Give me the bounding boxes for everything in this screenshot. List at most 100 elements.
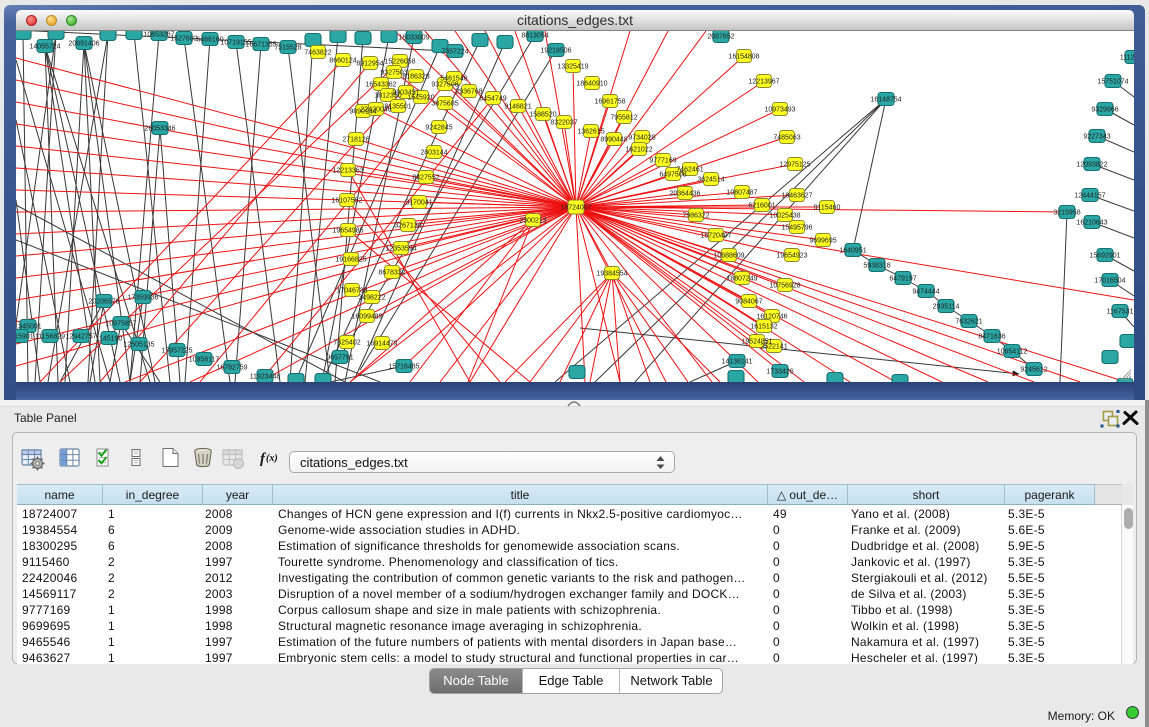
svg-text:13325419: 13325419 bbox=[557, 64, 588, 71]
svg-text:2936768: 2936768 bbox=[455, 89, 482, 96]
svg-text:9115460: 9115460 bbox=[814, 205, 841, 212]
svg-text:7625402: 7625402 bbox=[333, 340, 360, 347]
svg-text:7462461: 7462461 bbox=[676, 167, 703, 174]
svg-text:17046738: 17046738 bbox=[336, 288, 367, 295]
svg-text:19218506: 19218506 bbox=[540, 48, 571, 55]
svg-text:10958117: 10958117 bbox=[189, 357, 220, 364]
svg-text:7986322: 7986322 bbox=[682, 213, 709, 220]
svg-text:1345001: 1345001 bbox=[16, 324, 42, 331]
svg-text:11923448: 11923448 bbox=[250, 374, 281, 381]
svg-text:16033809: 16033809 bbox=[398, 35, 429, 42]
svg-text:10973493: 10973493 bbox=[764, 107, 795, 114]
svg-text:9227343: 9227343 bbox=[1083, 134, 1110, 141]
svg-text:26053346: 26053346 bbox=[144, 126, 175, 133]
svg-text:15692901: 15692901 bbox=[1089, 253, 1120, 260]
svg-text:7632621: 7632621 bbox=[955, 319, 982, 326]
svg-text:10688609: 10688609 bbox=[713, 253, 744, 260]
svg-text:19654923: 19654923 bbox=[776, 253, 807, 260]
svg-text:9245612: 9245612 bbox=[1020, 367, 1047, 374]
svg-text:18724007: 18724007 bbox=[560, 205, 591, 212]
svg-text:9146821: 9146821 bbox=[504, 104, 531, 111]
svg-text:1362615: 1362615 bbox=[577, 129, 604, 136]
svg-text:8135501: 8135501 bbox=[384, 104, 411, 111]
svg-text:9657791: 9657791 bbox=[326, 355, 353, 362]
svg-text:1167531: 1167531 bbox=[1107, 309, 1134, 316]
svg-text:12213967: 12213967 bbox=[748, 79, 779, 86]
svg-text:12942757: 12942757 bbox=[65, 334, 96, 341]
svg-text:10807487: 10807487 bbox=[726, 190, 757, 197]
svg-text:7357224: 7357224 bbox=[441, 49, 468, 56]
svg-text:6216001: 6216001 bbox=[748, 203, 775, 210]
svg-text:15751074: 15751074 bbox=[1097, 79, 1128, 86]
svg-text:16961758: 16961758 bbox=[594, 99, 625, 106]
svg-text:8471636: 8471636 bbox=[978, 334, 1005, 341]
svg-text:5461546: 5461546 bbox=[440, 76, 467, 83]
svg-text:15226058: 15226058 bbox=[384, 59, 415, 66]
svg-text:16914479: 16914479 bbox=[366, 341, 397, 348]
svg-text:3215958: 3215958 bbox=[1053, 210, 1080, 217]
svg-text:3875685: 3875685 bbox=[431, 101, 458, 108]
svg-text:10654112: 10654112 bbox=[997, 349, 1028, 356]
svg-text:9242845: 9242845 bbox=[425, 125, 452, 132]
svg-text:10025438: 10025438 bbox=[769, 213, 800, 220]
svg-text:12505135: 12505135 bbox=[123, 342, 154, 349]
svg-text:9327508: 9327508 bbox=[431, 82, 458, 89]
svg-text:2718126: 2718126 bbox=[342, 137, 369, 144]
svg-text:1640951: 1640951 bbox=[839, 248, 866, 255]
svg-text:8813054: 8813054 bbox=[521, 33, 548, 40]
svg-text:2803144: 2803144 bbox=[420, 150, 447, 157]
svg-text:2522141: 2522141 bbox=[760, 344, 787, 351]
svg-text:1527602: 1527602 bbox=[170, 36, 197, 43]
svg-text:8678332: 8678332 bbox=[378, 270, 405, 277]
svg-text:18807249: 18807249 bbox=[726, 276, 757, 283]
svg-text:15720407: 15720407 bbox=[700, 233, 731, 240]
svg-text:(x): (x) bbox=[266, 453, 278, 464]
svg-text:8186328: 8186328 bbox=[402, 74, 429, 81]
svg-text:9084067: 9084067 bbox=[735, 299, 762, 306]
svg-text:1615132: 1615132 bbox=[750, 324, 777, 331]
svg-text:12444157: 12444157 bbox=[1074, 193, 1105, 200]
svg-text:18640910: 18640910 bbox=[576, 81, 607, 88]
svg-text:3498222: 3498222 bbox=[358, 295, 385, 302]
svg-text:7485063: 7485063 bbox=[773, 135, 800, 142]
svg-text:8454749: 8454749 bbox=[479, 96, 506, 103]
svg-text:1588520: 1588520 bbox=[529, 112, 556, 119]
svg-text:14136141: 14136141 bbox=[721, 359, 752, 366]
svg-text:5938318: 5938318 bbox=[863, 263, 890, 270]
svg-text:12353594: 12353594 bbox=[385, 246, 416, 253]
svg-text:15495796: 15495796 bbox=[781, 225, 812, 232]
svg-text:9734028: 9734028 bbox=[628, 135, 655, 142]
svg-text:9474444: 9474444 bbox=[912, 289, 939, 296]
svg-text:8660124: 8660124 bbox=[329, 58, 356, 65]
svg-text:20691406: 20691406 bbox=[68, 41, 99, 48]
svg-text:1733426: 1733426 bbox=[766, 369, 793, 376]
svg-text:8322037: 8322037 bbox=[550, 120, 577, 127]
svg-text:16107552: 16107552 bbox=[331, 198, 362, 205]
svg-text:19166825: 19166825 bbox=[335, 257, 366, 264]
svg-text:7515528: 7515528 bbox=[274, 45, 301, 52]
svg-text:19654985: 19654985 bbox=[332, 228, 363, 235]
svg-text:16210643: 16210643 bbox=[1076, 220, 1107, 227]
svg-text:2300213: 2300213 bbox=[519, 218, 546, 225]
svg-text:10975857: 10975857 bbox=[105, 321, 136, 328]
svg-text:17957225: 17957225 bbox=[161, 348, 192, 355]
svg-text:16120746: 16120746 bbox=[756, 314, 787, 321]
svg-text:18463627: 18463627 bbox=[781, 193, 812, 200]
svg-text:3624514: 3624514 bbox=[697, 177, 724, 184]
svg-text:9699695: 9699695 bbox=[809, 238, 836, 245]
svg-text:12213363: 12213363 bbox=[332, 168, 363, 175]
svg-text:1112753: 1112753 bbox=[1120, 55, 1134, 62]
svg-text:8427552: 8427552 bbox=[412, 175, 439, 182]
svg-text:17359936: 17359936 bbox=[127, 295, 158, 302]
svg-text:6479197: 6479197 bbox=[889, 276, 916, 283]
svg-text:16148754: 16148754 bbox=[870, 97, 901, 104]
svg-text:8990448: 8990448 bbox=[600, 137, 627, 144]
svg-text:20206576: 20206576 bbox=[88, 299, 119, 306]
svg-text:2935114: 2935114 bbox=[933, 304, 960, 311]
svg-text:20364436: 20364436 bbox=[669, 191, 700, 198]
svg-text:16154808: 16154808 bbox=[728, 54, 759, 61]
svg-text:2087652: 2087652 bbox=[707, 34, 734, 41]
svg-text:3915901: 3915901 bbox=[16, 334, 34, 341]
svg-text:15716485: 15716485 bbox=[388, 364, 419, 371]
svg-text:17016504: 17016504 bbox=[1094, 278, 1125, 285]
